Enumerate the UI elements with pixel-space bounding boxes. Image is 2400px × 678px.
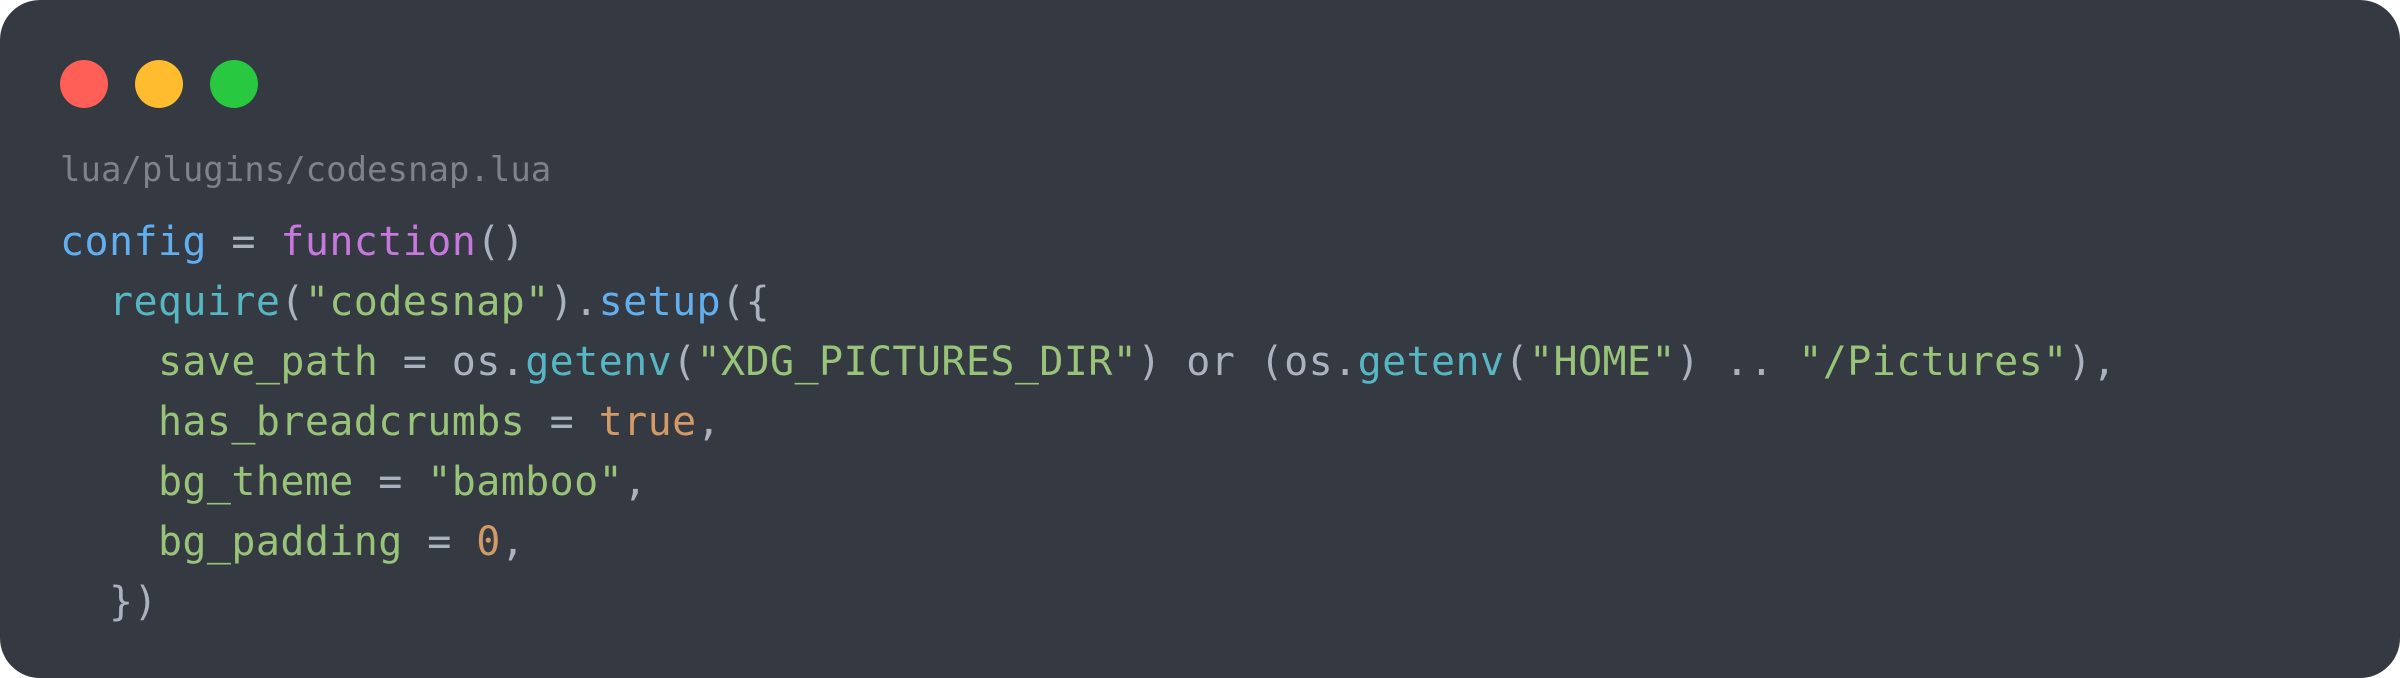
code-token-default: [60, 339, 158, 385]
code-token-default: [60, 519, 158, 565]
code-token-default: ,: [623, 459, 648, 505]
window-controls: [60, 60, 258, 108]
code-line: config = function(): [60, 212, 2117, 272]
code-token-string: "/Pictures": [1798, 339, 2068, 385]
code-token-string: "codesnap": [304, 279, 550, 325]
code-token-default: = os.: [378, 339, 526, 385]
code-token-default: ,: [500, 519, 526, 565]
code-token-default: }): [60, 579, 158, 625]
code-snapshot-window: lua/plugins/codesnap.lua config = functi…: [0, 0, 2400, 678]
code-line: bg_padding = 0,: [60, 512, 2117, 572]
code-line: require("codesnap").setup({: [60, 272, 2117, 332]
code-token-default: ) or (os.: [1137, 339, 1358, 385]
minimize-dot-icon[interactable]: [135, 60, 183, 108]
code-token-default: (: [1504, 339, 1529, 385]
code-token-default: [60, 279, 109, 325]
code-token-field: bg_padding: [157, 519, 403, 565]
code-token-default: (: [280, 279, 305, 325]
code-token-boolean: true: [598, 399, 697, 445]
code-token-keyword: function: [280, 219, 477, 265]
code-token-field: has_breadcrumbs: [157, 399, 526, 445]
code-token-default: =: [206, 219, 281, 265]
code-token-call: getenv: [1357, 339, 1505, 385]
code-token-call: getenv: [525, 339, 673, 385]
code-line: }): [60, 572, 2117, 632]
code-token-call: require: [108, 279, 281, 325]
code-token-default: =: [525, 399, 599, 445]
code-token-string: "XDG_PICTURES_DIR": [696, 339, 1138, 385]
code-token-default: ({: [721, 279, 771, 325]
code-block: config = function() require("codesnap").…: [60, 212, 2117, 632]
code-token-field: save_path: [157, 339, 379, 385]
code-token-default: ) ..: [1675, 339, 1799, 385]
code-token-default: =: [353, 459, 428, 505]
code-token-variable: setup: [598, 279, 722, 325]
code-line: save_path = os.getenv("XDG_PICTURES_DIR"…: [60, 332, 2117, 392]
code-token-default: ).: [549, 279, 599, 325]
code-line: bg_theme = "bamboo",: [60, 452, 2117, 512]
code-token-default: (: [672, 339, 697, 385]
code-token-default: [60, 399, 158, 445]
close-dot-icon[interactable]: [60, 60, 108, 108]
code-token-default: =: [402, 519, 477, 565]
code-line: has_breadcrumbs = true,: [60, 392, 2117, 452]
maximize-dot-icon[interactable]: [210, 60, 258, 108]
code-token-field: bg_theme: [157, 459, 354, 505]
code-token-string: "HOME": [1529, 339, 1676, 385]
code-token-string: "bamboo": [427, 459, 624, 505]
code-token-variable: config: [60, 219, 207, 265]
code-token-number: 0: [476, 519, 501, 565]
code-token-default: [60, 459, 158, 505]
code-token-default: ),: [2067, 339, 2117, 385]
code-token-default: ,: [696, 399, 722, 445]
code-token-default: (): [476, 219, 526, 265]
file-breadcrumb: lua/plugins/codesnap.lua: [60, 150, 552, 190]
